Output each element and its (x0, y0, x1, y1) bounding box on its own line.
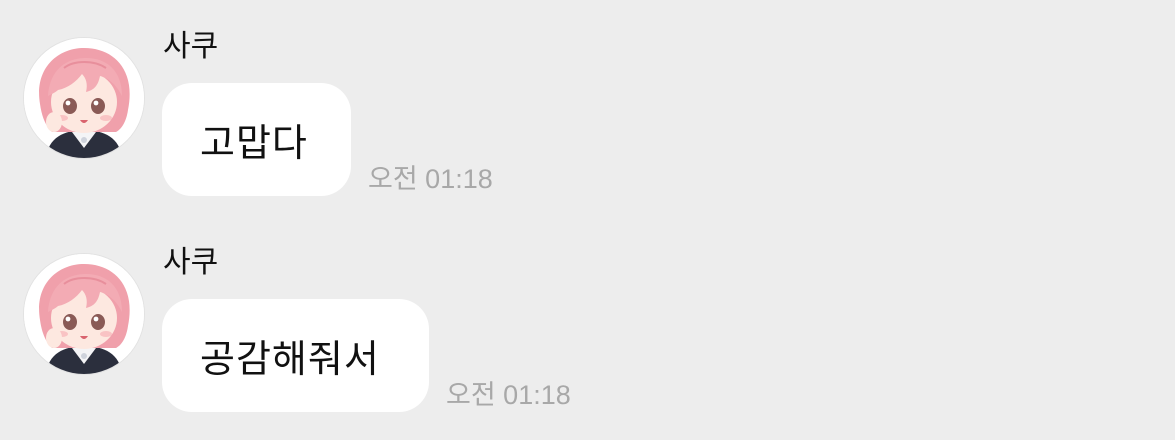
message-text: 고맙다 (200, 121, 308, 165)
sender-name: 사쿠 (163, 245, 219, 280)
sender-name: 사쿠 (163, 29, 219, 64)
message-bubble[interactable]: 고맙다 (162, 83, 351, 196)
chat-message-list: 사쿠 고맙다 오전 01:18 사쿠 공감해줘서 오전 01:18 (0, 0, 1175, 440)
message-text: 공감해줘서 (200, 337, 380, 381)
pink-hair-chibi-avatar-icon (24, 254, 144, 374)
message-timestamp: 오전 01:18 (368, 164, 493, 194)
sender-avatar[interactable] (24, 38, 144, 158)
sender-avatar[interactable] (24, 254, 144, 374)
message-row: 사쿠 고맙다 오전 01:18 (0, 25, 1175, 215)
message-row: 사쿠 공감해줘서 오전 01:18 (0, 241, 1175, 431)
pink-hair-chibi-avatar-icon (24, 38, 144, 158)
message-bubble[interactable]: 공감해줘서 (162, 299, 429, 412)
message-timestamp: 오전 01:18 (446, 380, 571, 410)
